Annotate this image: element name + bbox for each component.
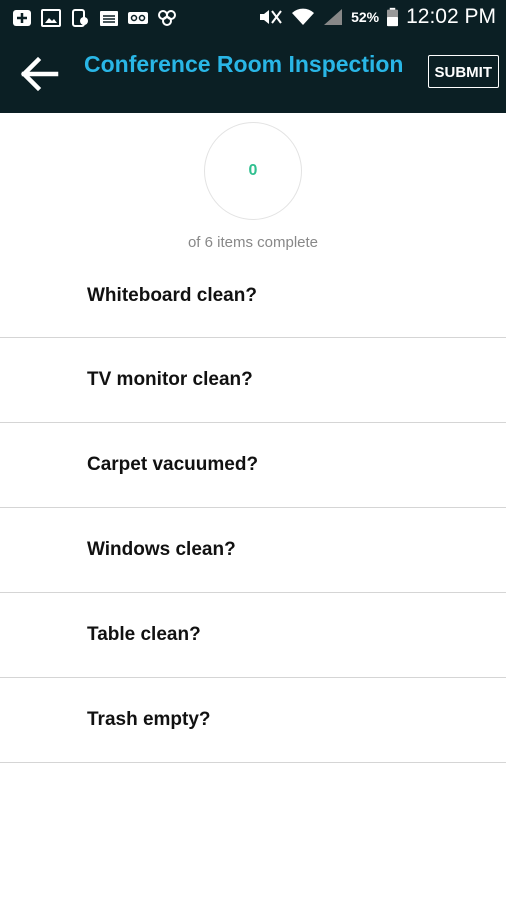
checklist-item-tv-monitor[interactable]: TV monitor clean? xyxy=(0,338,506,423)
checklist-item-label: Windows clean? xyxy=(87,539,236,560)
calendar-icon xyxy=(100,11,118,26)
system-icons: 52% 12:02 PM xyxy=(257,5,496,29)
battery-percent: 52% xyxy=(351,9,380,25)
page-title: Conference Room Inspection xyxy=(84,51,404,77)
clock: 12:02 PM xyxy=(406,5,496,28)
phone-icon xyxy=(72,9,88,27)
wifi-icon xyxy=(292,8,315,25)
add-icon xyxy=(13,10,31,26)
checklist-item-windows[interactable]: Windows clean? xyxy=(0,508,506,593)
notification-icons xyxy=(12,9,177,27)
checklist-item-table[interactable]: Table clean? xyxy=(0,593,506,678)
checklist-item-label: Table clean? xyxy=(87,624,201,645)
checklist: Whiteboard clean? TV monitor clean? Carp… xyxy=(0,254,506,763)
battery-icon xyxy=(387,7,399,27)
checklist-item-label: Carpet vacuumed? xyxy=(87,454,259,475)
mute-icon xyxy=(260,10,282,24)
checklist-item-carpet[interactable]: Carpet vacuumed? xyxy=(0,423,506,508)
app-bar: Conference Room Inspection SUBMIT xyxy=(0,36,506,113)
voicemail-icon xyxy=(128,12,148,24)
image-icon xyxy=(41,9,61,27)
signal-icon xyxy=(324,9,343,25)
submit-button[interactable]: SUBMIT xyxy=(427,55,499,88)
progress-circle: 0 xyxy=(204,122,302,220)
status-bar: 52% 12:02 PM xyxy=(0,0,506,36)
checklist-item-label: TV monitor clean? xyxy=(87,369,253,390)
progress-count: 0 xyxy=(248,162,258,179)
checklist-item-trash[interactable]: Trash empty? xyxy=(0,678,506,763)
progress-caption: of 6 items complete xyxy=(187,234,319,251)
checklist-item-label: Whiteboard clean? xyxy=(87,284,257,306)
checklist-item-whiteboard[interactable]: Whiteboard clean? xyxy=(0,254,506,338)
checklist-item-label: Trash empty? xyxy=(87,709,211,730)
rings-icon xyxy=(158,10,176,26)
back-arrow-icon[interactable] xyxy=(18,55,60,93)
